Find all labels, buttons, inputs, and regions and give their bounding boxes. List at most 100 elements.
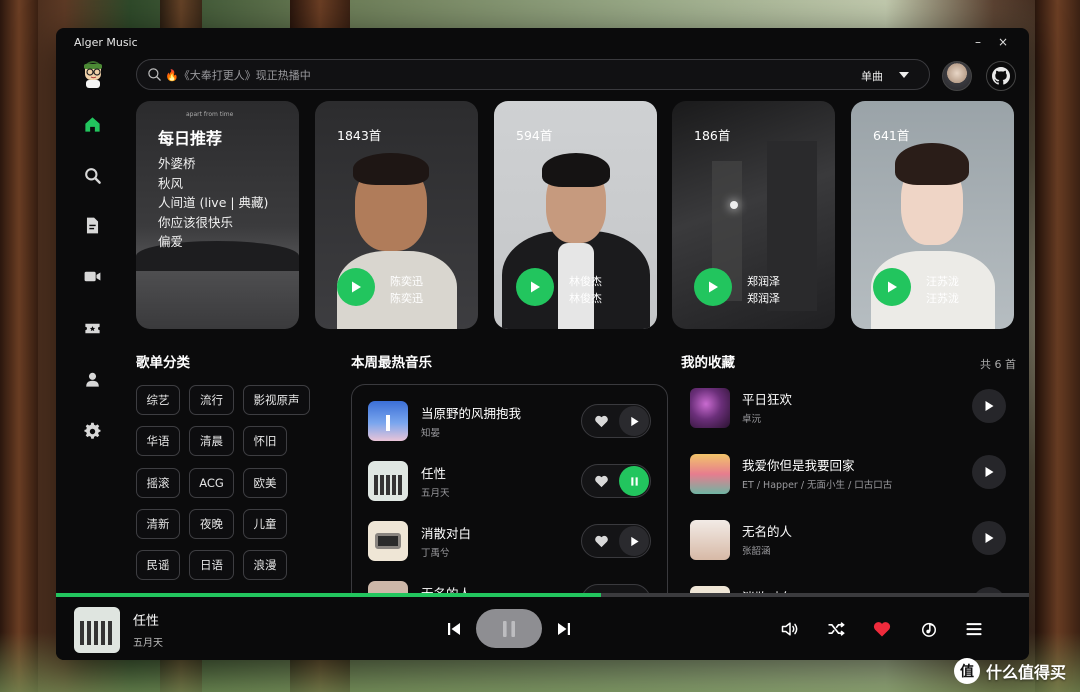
tag-chip[interactable]: 摇滚 bbox=[136, 468, 180, 498]
list-item[interactable]: 当原野的风拥抱我 知晏 bbox=[368, 401, 658, 443]
play-button[interactable] bbox=[972, 521, 1006, 555]
nav-home[interactable] bbox=[80, 112, 104, 136]
play-button[interactable] bbox=[972, 389, 1006, 423]
artist-name-sub: 郑润泽 bbox=[747, 292, 780, 305]
favorite-item[interactable]: 我爱你但是我要回家 ET / Happer / 无面小生 / 口古口古 bbox=[688, 452, 1008, 496]
artist-card[interactable]: 641首 汪苏泷 汪苏泷 bbox=[851, 101, 1014, 329]
hot-music-title: 本周最热音乐 bbox=[351, 355, 432, 371]
daily-song[interactable]: 外婆桥 bbox=[158, 154, 268, 174]
song-cover bbox=[368, 521, 408, 561]
tag-chip[interactable]: 欧美 bbox=[243, 468, 287, 498]
song-title: 平日狂欢 bbox=[742, 392, 793, 407]
tag-chip[interactable]: 怀旧 bbox=[243, 426, 287, 456]
song-cover bbox=[368, 461, 408, 501]
heart-icon[interactable] bbox=[594, 474, 609, 489]
daily-song[interactable]: 偏爱 bbox=[158, 232, 268, 252]
close-button[interactable]: × bbox=[994, 33, 1012, 51]
play-button[interactable] bbox=[337, 268, 375, 306]
nav-search[interactable] bbox=[80, 163, 104, 187]
tag-chip[interactable]: 浪漫 bbox=[243, 550, 287, 580]
artist-card[interactable]: 594首 林俊杰 林俊杰 bbox=[494, 101, 657, 329]
tag-chip[interactable]: 综艺 bbox=[136, 385, 180, 415]
song-actions bbox=[581, 524, 651, 558]
previous-button[interactable] bbox=[444, 618, 464, 640]
artist-card[interactable]: 1843首 陈奕迅 陈奕迅 bbox=[315, 101, 478, 329]
play-icon bbox=[630, 536, 639, 546]
daily-recommend-card[interactable]: apart from time 每日推荐 外婆桥 秋风 人间道 (live | … bbox=[136, 101, 299, 329]
next-button[interactable] bbox=[554, 618, 574, 640]
play-button[interactable] bbox=[619, 406, 649, 436]
play-button[interactable] bbox=[619, 526, 649, 556]
play-button[interactable] bbox=[516, 268, 554, 306]
like-button[interactable] bbox=[870, 618, 894, 640]
minimize-button[interactable]: – bbox=[969, 33, 987, 51]
artist-card[interactable]: 186首 郑润泽 郑润泽 bbox=[672, 101, 835, 329]
user-avatar[interactable] bbox=[942, 61, 972, 91]
song-artist: 知晏 bbox=[421, 428, 441, 439]
favorite-item[interactable]: 平日狂欢 卓沅 bbox=[688, 386, 1008, 430]
tag-chip[interactable]: ACG bbox=[189, 468, 234, 498]
artist-song-count: 1843首 bbox=[337, 128, 382, 143]
pause-button[interactable] bbox=[476, 609, 542, 648]
skip-forward-icon bbox=[558, 623, 570, 635]
now-playing-cover[interactable] bbox=[74, 607, 120, 653]
heart-icon bbox=[873, 622, 891, 637]
search-icon bbox=[148, 68, 161, 81]
tag-chip[interactable]: 影视原声 bbox=[243, 385, 310, 415]
search-type-label[interactable]: 单曲 bbox=[861, 68, 883, 84]
nav-video[interactable] bbox=[80, 264, 104, 288]
song-actions bbox=[581, 464, 651, 498]
artist-name: 陈奕迅 bbox=[390, 275, 423, 288]
titlebar: Alger Music – × bbox=[56, 28, 1029, 58]
song-artist: 张韶涵 bbox=[742, 546, 771, 557]
list-item[interactable]: 任性 五月天 bbox=[368, 461, 658, 503]
artist-name: 郑润泽 bbox=[747, 275, 780, 288]
progress-bar[interactable] bbox=[56, 593, 1029, 597]
tag-chip[interactable]: 华语 bbox=[136, 426, 180, 456]
artist-photo bbox=[730, 201, 738, 209]
play-button[interactable] bbox=[873, 268, 911, 306]
tag-chip[interactable]: 清晨 bbox=[189, 426, 234, 456]
watermark-badge: 值 bbox=[953, 658, 980, 684]
list-item[interactable]: 消散对白 丁禹兮 bbox=[368, 521, 658, 563]
play-button[interactable] bbox=[694, 268, 732, 306]
song-title: 消散对白 bbox=[421, 526, 472, 541]
tag-chip[interactable]: 日语 bbox=[189, 550, 234, 580]
artist-song-count: 641首 bbox=[873, 128, 910, 143]
nav-user[interactable] bbox=[80, 367, 104, 391]
playlist-button[interactable] bbox=[962, 618, 986, 640]
tag-chip[interactable]: 流行 bbox=[189, 385, 234, 415]
github-button[interactable] bbox=[986, 61, 1016, 91]
volume-icon bbox=[781, 622, 798, 636]
volume-button[interactable] bbox=[778, 618, 802, 640]
background-tree bbox=[1035, 0, 1080, 692]
lyrics-button[interactable] bbox=[917, 618, 941, 640]
daily-song[interactable]: 你应该很快乐 bbox=[158, 213, 268, 233]
nav-list[interactable] bbox=[80, 213, 104, 237]
nav-settings[interactable] bbox=[80, 419, 104, 443]
tag-chip[interactable]: 民谣 bbox=[136, 550, 180, 580]
search-input[interactable] bbox=[165, 64, 805, 86]
tag-chip[interactable]: 儿童 bbox=[243, 509, 287, 539]
daily-song[interactable]: 人间道 (live | 典藏) bbox=[158, 193, 268, 213]
play-icon bbox=[985, 401, 994, 411]
skip-back-icon bbox=[448, 623, 460, 635]
favorite-item[interactable]: 无名的人 张韶涵 bbox=[688, 518, 1008, 562]
nav-ticket[interactable] bbox=[80, 316, 104, 340]
heart-icon[interactable] bbox=[594, 534, 609, 549]
artist-name-sub: 林俊杰 bbox=[569, 292, 602, 305]
document-icon bbox=[86, 217, 98, 233]
chevron-down-icon[interactable] bbox=[899, 72, 909, 78]
tag-chip[interactable]: 清新 bbox=[136, 509, 180, 539]
song-actions bbox=[581, 404, 651, 438]
shuffle-button[interactable] bbox=[824, 618, 848, 640]
artist-photo bbox=[353, 153, 429, 185]
daily-song[interactable]: 秋风 bbox=[158, 174, 268, 194]
tag-chip[interactable]: 夜晚 bbox=[189, 509, 234, 539]
play-button[interactable] bbox=[972, 455, 1006, 489]
pause-button[interactable] bbox=[619, 466, 649, 496]
search-bar: 单曲 bbox=[136, 59, 930, 90]
heart-icon[interactable] bbox=[594, 414, 609, 429]
artist-photo bbox=[895, 143, 969, 185]
favorites-count: 共 6 首 bbox=[980, 358, 1016, 371]
